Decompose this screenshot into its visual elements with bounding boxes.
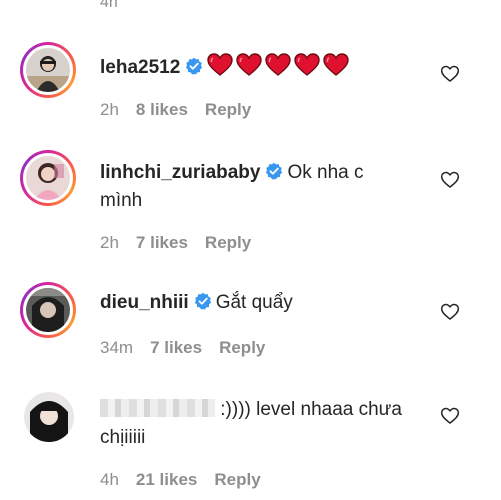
comment-time[interactable]: 2h xyxy=(100,233,119,252)
verified-badge-icon xyxy=(266,162,283,180)
avatar-story-ring[interactable] xyxy=(20,150,76,206)
verified-badge-icon xyxy=(186,57,203,75)
comment-body: leha2512 xyxy=(100,53,430,82)
redacted-username xyxy=(100,399,215,417)
heart-outline-icon[interactable] xyxy=(440,64,460,84)
avatar xyxy=(26,48,70,92)
red-heart-emoji-icon xyxy=(236,53,262,76)
comment-text-emoji xyxy=(207,53,352,78)
comment-meta: 4h 21 likes Reply xyxy=(100,470,278,490)
avatar xyxy=(26,288,70,332)
comment-meta: 34m 7 likes Reply xyxy=(100,338,282,358)
comment-likes[interactable]: 7 likes xyxy=(150,338,202,357)
reply-button[interactable]: Reply xyxy=(214,470,260,489)
red-heart-emoji-icon xyxy=(207,53,233,76)
comment-likes[interactable]: 8 likes xyxy=(136,100,188,119)
comment-body: dieu_nhiii Gắt quẩy xyxy=(100,289,430,317)
reply-button[interactable]: Reply xyxy=(205,100,251,119)
comment-text-line2: chịiiiii xyxy=(100,427,146,448)
comment-username[interactable]: leha2512 xyxy=(100,57,180,78)
red-heart-emoji-icon xyxy=(265,53,291,76)
avatar[interactable] xyxy=(24,392,74,442)
comment-body: :)))) level nhaaa chưa chịiiiii xyxy=(100,396,430,452)
verified-badge-icon xyxy=(194,292,211,310)
red-heart-emoji-icon xyxy=(323,53,349,76)
red-heart-emoji-icon xyxy=(294,53,320,76)
reply-button[interactable]: Reply xyxy=(219,338,265,357)
comment-time[interactable]: 34m xyxy=(100,338,133,357)
avatar-story-ring[interactable] xyxy=(20,42,76,98)
comment-time[interactable]: 4h xyxy=(100,470,119,489)
avatar xyxy=(26,156,70,200)
comment-username[interactable]: dieu_nhiii xyxy=(100,292,189,313)
comment-username[interactable]: linhchi_zuriababy xyxy=(100,162,260,183)
comment-time[interactable]: 2h xyxy=(100,100,119,119)
avatar-story-ring[interactable] xyxy=(20,282,76,338)
heart-outline-icon[interactable] xyxy=(440,170,460,190)
comment-likes[interactable]: 7 likes xyxy=(136,233,188,252)
comment-text: Gắt quẩy xyxy=(215,292,293,313)
comment-body: linhchi_zuriababy Ok nha c mình xyxy=(100,159,430,215)
comment-text-line2: mình xyxy=(100,190,143,211)
comment-meta: 2h 7 likes Reply xyxy=(100,233,268,253)
heart-outline-icon[interactable] xyxy=(440,406,460,426)
heart-outline-icon[interactable] xyxy=(440,302,460,322)
comment-likes[interactable]: 21 likes xyxy=(136,470,197,489)
comment-text: :)))) level nhaaa chưa xyxy=(220,399,402,420)
comment-text: Ok nha c xyxy=(287,162,364,183)
reply-button[interactable]: Reply xyxy=(205,233,251,252)
comment-meta: 2h 8 likes Reply xyxy=(100,100,268,120)
previous-comment-time: 4h xyxy=(100,0,118,11)
